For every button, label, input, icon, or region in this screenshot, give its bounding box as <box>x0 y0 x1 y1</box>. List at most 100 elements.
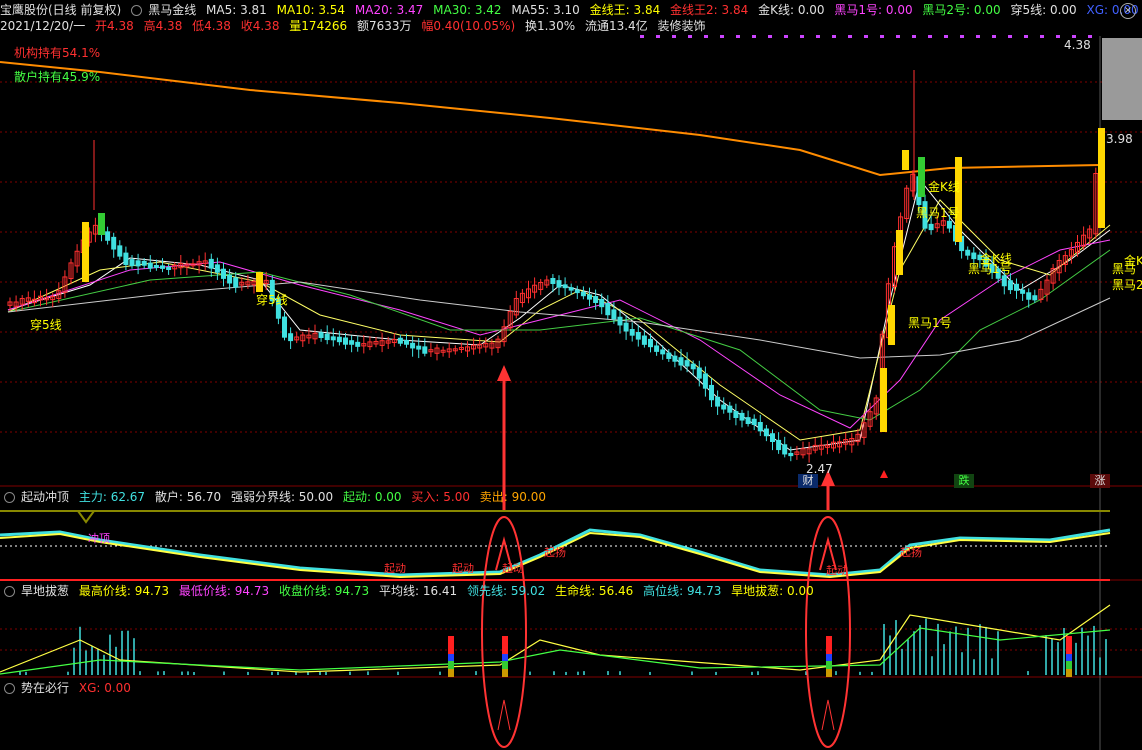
candle-body <box>123 252 129 265</box>
candle-body <box>111 236 117 250</box>
candle-body <box>141 260 147 266</box>
smx-value: 生命线: 56.46 <box>555 584 634 598</box>
signal-dot <box>816 35 820 38</box>
candle-body <box>971 252 977 260</box>
price-scrollbar[interactable] <box>1102 38 1142 120</box>
signal-dot <box>832 35 836 38</box>
candle-body <box>336 336 342 343</box>
candle-body <box>763 428 769 437</box>
candle-body <box>635 332 641 340</box>
high-price-label: 4.38 <box>1064 38 1091 52</box>
change: 幅0.40(10.05%) <box>421 19 516 33</box>
price-398-label: 3.98 <box>1106 132 1133 146</box>
candle-body <box>782 444 788 455</box>
panel2-title[interactable]: 旱地拔葱 <box>21 584 69 598</box>
candle-body <box>166 266 172 270</box>
chuan5-label-b: 穿5线 <box>256 293 288 307</box>
settings-circle-icon[interactable] <box>131 5 143 16</box>
candle-body <box>1026 292 1032 300</box>
ma30-value: MA30: 3.42 <box>433 3 502 17</box>
signal-dot <box>992 35 996 38</box>
cai-tag: 财 <box>798 474 818 488</box>
candle-body <box>568 287 574 291</box>
candle-body <box>1001 275 1007 287</box>
xg-spike-icon <box>497 699 511 731</box>
candle-body <box>349 340 355 345</box>
qiyang-label-2: 起扬 <box>900 546 922 559</box>
candle-body <box>1032 295 1038 301</box>
volume: 量174266 <box>289 19 348 33</box>
candle-body <box>739 412 745 421</box>
close-icon[interactable]: × <box>1120 3 1136 19</box>
panel-settings-icon[interactable] <box>4 683 15 694</box>
candle-body <box>214 264 220 273</box>
signal-dot <box>1008 35 1012 38</box>
candle-body <box>745 417 751 424</box>
candle-body <box>593 296 599 303</box>
candle-body <box>684 360 690 367</box>
signal-dot <box>800 35 804 38</box>
signal-bar <box>502 661 508 669</box>
date: 2021/12/20/一 <box>0 19 86 33</box>
candle-body <box>587 294 592 300</box>
amount: 额7633万 <box>356 19 412 33</box>
ma5-value: MA5: 3.81 <box>206 3 267 17</box>
signal-bar <box>448 636 454 654</box>
qidong-label-2: 起动 <box>452 562 474 575</box>
candle-body <box>355 341 361 347</box>
heima1-label: 黑马1号 <box>908 316 952 330</box>
candle-body <box>757 421 763 432</box>
stock-title[interactable]: 宝鹰股份(日线 前复权) <box>0 3 121 17</box>
candle-body <box>318 332 324 339</box>
candle-body <box>105 231 111 241</box>
signal-dot <box>768 35 772 38</box>
arrow-head-icon <box>497 365 511 381</box>
low-price: 低4.38 <box>192 19 231 33</box>
panel3-title[interactable]: 势在必行 <box>21 681 69 695</box>
kline-chart-area[interactable] <box>0 0 1142 750</box>
signal-dot <box>960 35 964 38</box>
highlight-candle <box>918 157 925 197</box>
jinkxian-value: 金K线: 0.00 <box>758 3 825 17</box>
candle-body <box>1020 289 1026 294</box>
chuan5-label-a: 穿5线 <box>30 318 62 332</box>
heima-label-b: 黑马1号 <box>968 262 1012 276</box>
candle-body <box>227 274 233 284</box>
candle-body <box>330 336 336 341</box>
panel-shizai-header: 势在必行 XG: 0.00 <box>0 680 137 696</box>
signal-dot <box>688 35 692 38</box>
indicator-name[interactable]: 黑马金线 <box>148 3 196 17</box>
xg-spike-icon <box>821 699 835 731</box>
signal-dot <box>912 35 916 38</box>
candle-body <box>1014 283 1019 291</box>
panel1-title[interactable]: 起动冲顶 <box>21 490 69 504</box>
signal-dot <box>736 35 740 38</box>
highlight-candle <box>98 213 105 235</box>
highlight-candle <box>902 150 909 170</box>
candle-body <box>416 345 422 350</box>
highlight-candle <box>888 305 895 345</box>
signal-dot <box>672 35 676 38</box>
qidong-label-3: 起动 <box>502 562 524 575</box>
signal-bar <box>502 636 508 654</box>
candle-body <box>946 220 952 229</box>
heima-label-d: 黑马2 <box>1112 278 1142 292</box>
heima2-value: 黑马2号: 0.00 <box>922 3 1001 17</box>
candle-body <box>648 338 653 348</box>
highlight-candle <box>880 368 887 432</box>
mairu-value: 买入: 5.00 <box>411 490 470 504</box>
float-cap: 流通13.4亿 <box>584 19 648 33</box>
signal-dot <box>656 35 660 38</box>
candle-body <box>233 277 239 288</box>
candle-body <box>623 322 629 332</box>
signal-bar <box>826 661 832 669</box>
highlight-candle <box>82 222 89 282</box>
signal-bar <box>826 636 832 654</box>
candle-body <box>788 452 794 457</box>
panel-settings-icon[interactable] <box>4 586 15 597</box>
candle-body <box>702 373 708 389</box>
candle-body <box>153 265 159 269</box>
candle-body <box>666 352 672 359</box>
candle-body <box>580 291 586 297</box>
panel-settings-icon[interactable] <box>4 492 15 503</box>
